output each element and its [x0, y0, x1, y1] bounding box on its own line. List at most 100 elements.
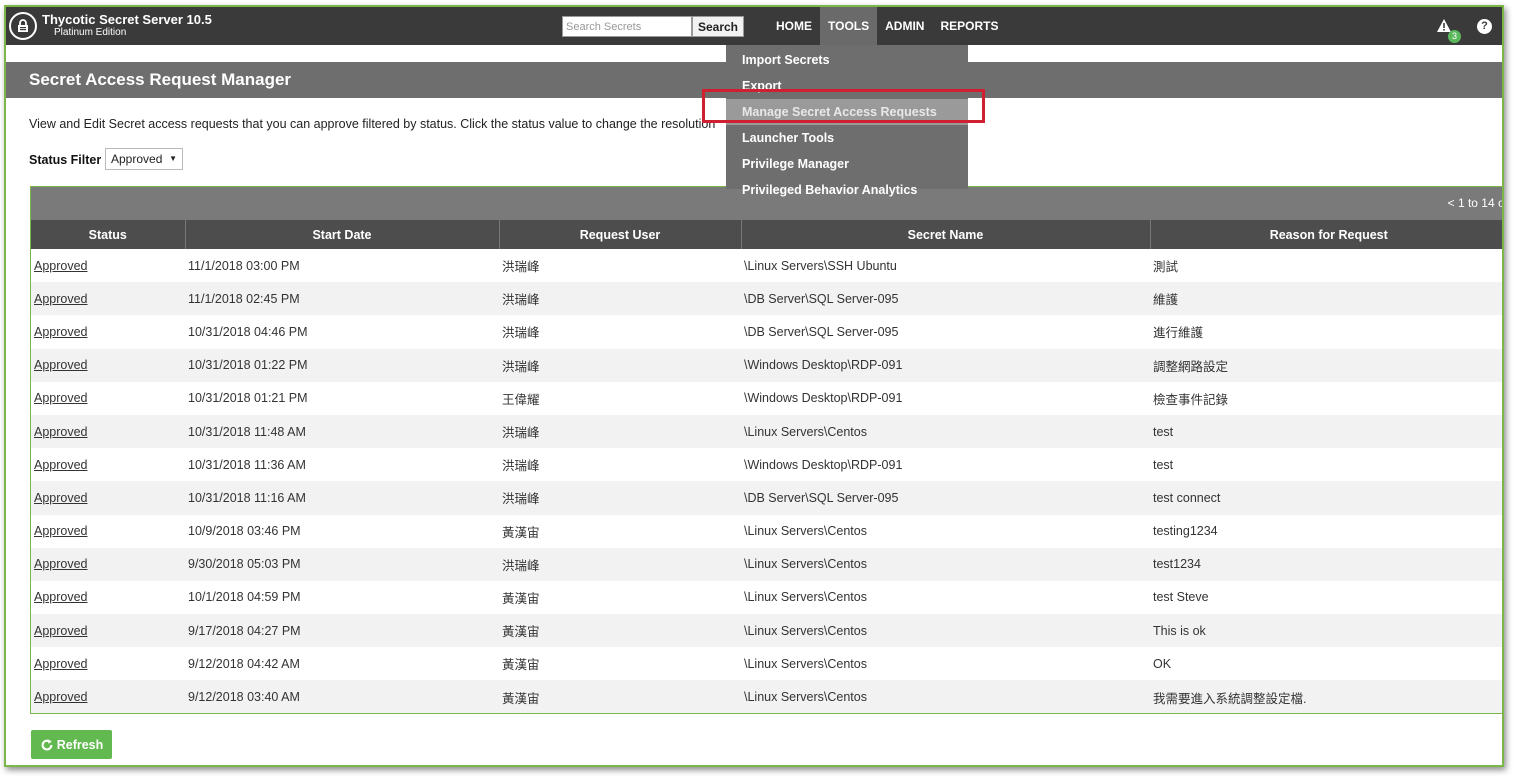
- requests-table: Status Start Date Request User Secret Na…: [31, 220, 1502, 713]
- cell-reason: test1234: [1150, 547, 1502, 581]
- brand-edition: Platinum Edition: [54, 27, 127, 38]
- table-row: Approved 9/17/2018 04:27 PM 黃漢宙 \Linux Serv…: [31, 614, 1502, 648]
- status-link[interactable]: Approved: [34, 391, 88, 405]
- cell-request-user: 洪瑞峰: [499, 282, 741, 316]
- cell-request-user: 洪瑞峰: [499, 481, 741, 515]
- lock-logo-icon[interactable]: [9, 12, 37, 40]
- table-row: Approved 10/31/2018 01:22 PM 洪瑞峰 \Windows D…: [31, 348, 1502, 382]
- status-link[interactable]: Approved: [34, 557, 88, 571]
- cell-reason: This is ok: [1150, 614, 1502, 648]
- cell-reason: OK: [1153, 656, 1172, 671]
- cell-reason: test: [1150, 414, 1502, 449]
- table-row: Approved 11/1/2018 02:45 PM 洪瑞峰 \DB Server\…: [31, 282, 1502, 316]
- cell-request-user: 黃漢宙: [499, 680, 741, 713]
- refresh-label: Refresh: [56, 737, 104, 752]
- brand-title[interactable]: Thycotic Secret Server 10.5: [42, 12, 212, 27]
- cell-reason: 調整網路設定: [1150, 348, 1502, 382]
- column-header-status[interactable]: Status: [31, 220, 185, 249]
- cell-status: Approved: [31, 547, 185, 581]
- cell-status: Approved: [31, 680, 185, 713]
- status-link[interactable]: Approved: [34, 259, 88, 273]
- alert-count-badge: 3: [1448, 30, 1461, 43]
- cell-secret-name: \Linux Servers\Centos: [744, 590, 867, 605]
- cell-secret-name: \Linux Servers\Centos: [741, 614, 1150, 648]
- status-filter-value: Approved: [111, 152, 163, 166]
- table-row: Approved 9/30/2018 05:03 PM 洪瑞峰 \Linux Serv…: [31, 547, 1502, 581]
- menu-item-launcher-tools[interactable]: Launcher Tools: [726, 125, 968, 151]
- column-header-start-date[interactable]: Start Date: [184, 220, 499, 249]
- nav-reports[interactable]: REPORTS: [932, 7, 1006, 45]
- top-navbar: Thycotic Secret Server 10.5 Platinum Edi…: [6, 7, 1502, 45]
- cell-status: Approved: [31, 282, 185, 316]
- cell-secret-name: \DB Server\SQL Server-095: [741, 282, 1150, 316]
- status-filter-label: Status Filter: [29, 153, 102, 167]
- cell-status: Approved: [31, 382, 185, 415]
- cell-secret-name: \Linux Servers\SSH Ubuntu: [744, 258, 897, 273]
- cell-request-user: 黃漢宙: [502, 591, 540, 606]
- cell-start-date: 9/17/2018 04:27 PM: [185, 614, 499, 648]
- cell-status: Approved: [31, 515, 185, 548]
- status-link[interactable]: Approved: [34, 491, 88, 505]
- cell-secret-name: \Windows Desktop\RDP-091: [744, 457, 903, 472]
- search-input[interactable]: [562, 16, 692, 37]
- table-row: Approved 10/31/2018 11:16 AM 洪瑞峰 \DB Server…: [31, 481, 1502, 515]
- cell-status: Approved: [31, 448, 185, 481]
- status-link[interactable]: Approved: [34, 358, 88, 372]
- table-row: Approved 10/31/2018 11:48 AM 洪瑞峰 \Linux Ser…: [31, 414, 1502, 449]
- cell-reason: test connect: [1150, 481, 1502, 515]
- table-header-row: Status Start Date Request User Secret Na…: [31, 220, 1502, 249]
- cell-status: Approved: [31, 315, 185, 348]
- status-link[interactable]: Approved: [34, 690, 88, 704]
- column-header-reason[interactable]: Reason for Request: [1149, 220, 1502, 249]
- cell-start-date: 11/1/2018 02:45 PM: [185, 282, 499, 316]
- menu-item-import-secrets[interactable]: Import Secrets: [726, 47, 968, 73]
- status-link[interactable]: Approved: [34, 425, 88, 439]
- cell-secret-name: \Linux Servers\Centos: [741, 414, 1150, 449]
- status-link[interactable]: Approved: [34, 624, 88, 638]
- cell-request-user: 黃漢宙: [502, 525, 540, 540]
- menu-item-privilege-manager[interactable]: Privilege Manager: [726, 151, 968, 177]
- cell-status: Approved: [31, 614, 185, 648]
- cell-start-date: 10/31/2018 11:36 AM: [188, 457, 306, 472]
- cell-status: Approved: [31, 647, 185, 680]
- column-header-secret-name[interactable]: Secret Name: [740, 220, 1150, 249]
- cell-start-date: 10/31/2018 01:22 PM: [185, 348, 499, 382]
- table-row: Approved 10/31/2018 04:46 PM 洪瑞峰 \DB Server…: [31, 315, 1502, 348]
- status-filter-select[interactable]: Approved ▼: [105, 148, 183, 170]
- cell-reason: 進行維護: [1153, 326, 1204, 341]
- table-row: Approved 9/12/2018 03:40 AM 黃漢宙 \Linux Serv…: [31, 680, 1502, 713]
- page-description: View and Edit Secret access requests tha…: [29, 117, 716, 131]
- table-row: Approved 10/9/2018 03:46 PM 黃漢宙 \Linux Serv…: [31, 515, 1502, 548]
- cell-secret-name: \DB Server\SQL Server-095: [744, 324, 899, 339]
- cell-start-date: 10/31/2018 01:21 PM: [188, 391, 308, 406]
- requests-grid: < 1 to 14 of Status Start Date Request U…: [30, 186, 1502, 714]
- status-link[interactable]: Approved: [34, 325, 88, 339]
- main-nav: HOME TOOLS ADMIN REPORTS: [768, 7, 1006, 45]
- table-row: Approved 10/31/2018 11:36 AM 洪瑞峰 \Windows D…: [31, 448, 1502, 481]
- column-header-request-user[interactable]: Request User: [498, 220, 741, 249]
- menu-item-privileged-behavior-analytics[interactable]: Privileged Behavior Analytics: [726, 177, 968, 203]
- status-link[interactable]: Approved: [34, 458, 88, 472]
- page-title: Secret Access Request Manager: [29, 70, 292, 89]
- cell-request-user: 黃漢宙: [502, 658, 540, 673]
- status-link[interactable]: Approved: [34, 590, 88, 604]
- nav-admin[interactable]: ADMIN: [877, 7, 932, 45]
- alerts-button[interactable]: 3: [1436, 18, 1461, 43]
- search-button[interactable]: Search: [692, 16, 744, 37]
- cell-start-date: 10/31/2018 11:48 AM: [185, 414, 499, 449]
- help-icon[interactable]: ?: [1477, 19, 1492, 34]
- cell-request-user: 洪瑞峰: [499, 547, 741, 581]
- nav-home[interactable]: HOME: [768, 7, 820, 45]
- status-link[interactable]: Approved: [34, 657, 88, 671]
- cell-status: Approved: [31, 414, 185, 449]
- cell-status: Approved: [31, 481, 185, 515]
- pager-text[interactable]: < 1 to 14 of: [1448, 196, 1502, 210]
- status-link[interactable]: Approved: [34, 292, 88, 306]
- refresh-icon: [41, 738, 53, 750]
- refresh-button[interactable]: Refresh: [31, 730, 112, 759]
- cell-start-date: 10/9/2018 03:46 PM: [188, 524, 301, 539]
- cell-secret-name: \Windows Desktop\RDP-091: [741, 348, 1150, 382]
- status-link[interactable]: Approved: [34, 524, 88, 538]
- nav-tools[interactable]: TOOLS: [820, 7, 878, 45]
- cell-start-date: 10/31/2018 04:46 PM: [188, 324, 308, 339]
